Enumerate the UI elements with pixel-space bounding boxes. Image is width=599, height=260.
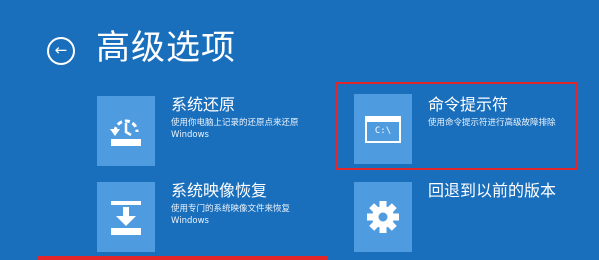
back-button[interactable]: ← (47, 37, 75, 65)
gear-icon (354, 182, 412, 252)
option-label: 系统还原 (171, 95, 236, 114)
option-description: 使用专门的系统映像文件来恢复 (171, 204, 291, 214)
option-label: 系统映像恢复 (171, 181, 268, 200)
page-title: 高级选项 (96, 28, 236, 68)
image-recovery-icon (97, 182, 155, 252)
back-arrow-icon: ← (54, 41, 68, 59)
restore-icon (97, 96, 155, 166)
highlight-box (336, 82, 578, 170)
option-description-windows: Windows (171, 216, 209, 226)
highlight-box-partial (37, 256, 327, 260)
option-description-windows: Windows (171, 130, 209, 140)
option-label: 回退到以前的版本 (428, 181, 557, 200)
option-description: 使用你电脑上记录的还原点来还原 (171, 118, 299, 128)
